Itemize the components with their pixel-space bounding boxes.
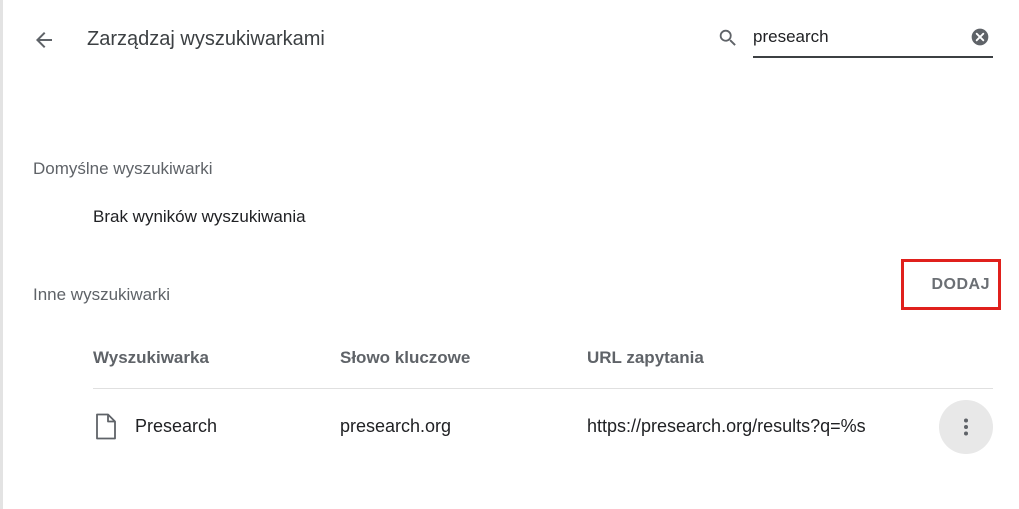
search-underline: [753, 56, 993, 58]
column-header-engine: Wyszukiwarka: [93, 348, 209, 367]
search-icon: [719, 29, 736, 46]
back-button[interactable]: [30, 26, 58, 54]
window-edge: [0, 0, 3, 509]
other-engines-heading: Inne wyszukiwarki: [33, 285, 170, 304]
arrow-back-icon: [36, 32, 52, 48]
more-vert-icon: [964, 418, 968, 436]
column-header-url: URL zapytania: [587, 348, 704, 367]
column-header-keyword: Słowo kluczowe: [340, 348, 471, 367]
engine-keyword: presearch.org: [340, 416, 452, 436]
page-title: Zarządzaj wyszukiwarkami: [87, 28, 325, 50]
add-button[interactable]: DODAJ: [901, 259, 1001, 310]
engine-name: Presearch: [135, 416, 218, 436]
engine-url: https://presearch.org/results?q=%s: [587, 416, 866, 436]
default-engines-heading: Domyślne wyszukiwarki: [33, 159, 213, 178]
no-results-message: Brak wyników wyszukiwania: [93, 207, 306, 226]
search-input[interactable]: [753, 24, 963, 50]
more-actions-button[interactable]: [939, 400, 993, 454]
clear-icon[interactable]: [970, 27, 990, 47]
file-icon: [96, 413, 116, 440]
table-divider: [93, 388, 993, 389]
add-button-label: DODAJ: [931, 275, 990, 293]
